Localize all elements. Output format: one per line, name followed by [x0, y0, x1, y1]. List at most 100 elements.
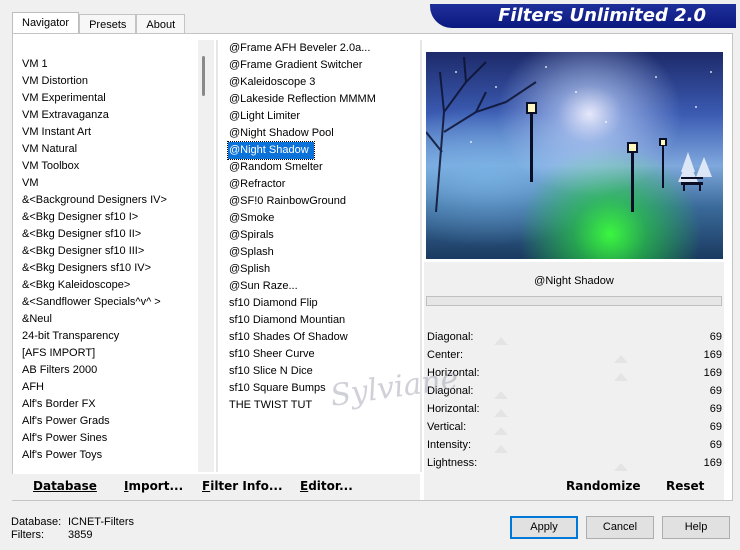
filter-item[interactable]: @Lakeside Reflection MMMM [226, 91, 418, 108]
filter-item[interactable]: @Spirals [226, 227, 418, 244]
param-row[interactable]: Horizontal: 169 [424, 364, 724, 382]
category-item[interactable]: &<Bkg Designer sf10 II> [18, 226, 198, 243]
import-button[interactable]: Import... [124, 479, 183, 493]
tab-strip: Navigator Presets About [12, 12, 186, 34]
database-value: ICNET-Filters [68, 516, 134, 528]
category-item[interactable]: Alf's Power Toys [18, 447, 198, 464]
category-item[interactable]: &<Bkg Kaleidoscope> [18, 277, 198, 294]
status-info: Database: ICNET-Filters Filters: 3859 [11, 516, 134, 542]
tab-navigator[interactable]: Navigator [12, 12, 80, 34]
reset-button[interactable]: Reset [666, 479, 704, 493]
filter-item[interactable]: sf10 Shades Of Shadow [226, 329, 418, 346]
filter-item[interactable]: @Splash [226, 244, 418, 261]
category-item[interactable]: &Neul [18, 311, 198, 328]
filter-item[interactable]: sf10 Diamond Mountian [226, 312, 418, 329]
category-item[interactable]: Alf's Power Sines [18, 430, 198, 447]
database-button[interactable]: Database [33, 479, 97, 493]
category-item[interactable]: VM Extravaganza [18, 107, 198, 124]
category-item[interactable]: VM Toolbox [18, 158, 198, 175]
category-scrollbar[interactable] [198, 40, 214, 472]
filter-item[interactable]: @Frame Gradient Switcher [226, 57, 418, 74]
filter-item[interactable]: @Sun Raze... [226, 278, 418, 295]
tab-about[interactable]: About [136, 14, 186, 34]
filter-item[interactable]: @Smoke [226, 210, 418, 227]
param-row[interactable]: Lightness: 169 [424, 454, 724, 472]
parameter-sliders: Diagonal: 69 Center: 169 Horizontal: 169 Diago… [424, 328, 724, 472]
category-item[interactable]: VM Experimental [18, 90, 198, 107]
param-row[interactable]: Diagonal: 69 [424, 382, 724, 400]
param-value: 69 [709, 439, 722, 451]
scrollbar-thumb[interactable] [202, 56, 205, 96]
slider-thumb[interactable] [614, 463, 628, 471]
slider-thumb[interactable] [494, 409, 508, 417]
param-label: Diagonal: [427, 331, 474, 343]
filter-item[interactable]: @Random Smelter [226, 159, 418, 176]
category-item[interactable]: VM [18, 175, 198, 192]
category-item[interactable]: Alf's Border FX [18, 396, 198, 413]
filter-settings-panel: @Night Shadow Diagonal: 69 Center: 169 Horiz… [424, 262, 724, 500]
param-label: Lightness: [427, 457, 478, 469]
help-button[interactable]: Help [662, 516, 730, 539]
param-value: 69 [709, 385, 722, 397]
slider-thumb[interactable] [494, 337, 508, 345]
selected-filter-name: @Night Shadow [534, 275, 614, 287]
filter-info-button[interactable]: Filter Info... [202, 479, 283, 493]
category-item[interactable]: &<Sandflower Specials^v^ > [18, 294, 198, 311]
filter-item[interactable]: @Refractor [226, 176, 418, 193]
filter-item[interactable]: @Frame AFH Beveler 2.0a... [226, 40, 418, 57]
winter-park-illustration [426, 56, 712, 213]
filter-list[interactable]: @Frame AFH Beveler 2.0a... @Frame Gradien… [226, 40, 418, 472]
category-item[interactable]: &<Bkg Designer sf10 I> [18, 209, 198, 226]
filter-item[interactable]: @SF!0 RainbowGround [226, 193, 418, 210]
param-row[interactable]: Horizontal: 69 [424, 400, 724, 418]
left-button-bar: Database Import... Filter Info... Editor… [12, 474, 420, 500]
param-value: 169 [703, 367, 722, 379]
category-item[interactable]: AB Filters 2000 [18, 362, 198, 379]
database-label: Database: [11, 516, 62, 528]
filter-item[interactable]: sf10 Sheer Curve [226, 346, 418, 363]
param-value: 69 [709, 331, 722, 343]
filter-item-selected[interactable]: @Night Shadow [227, 141, 315, 160]
app-title-banner: Filters Unlimited 2.0 [430, 4, 736, 28]
tab-presets[interactable]: Presets [79, 14, 137, 34]
filter-item[interactable]: @Splish [226, 261, 418, 278]
category-list[interactable]: VM 1 VM Distortion VM Experimental VM Extra… [18, 40, 198, 472]
param-value: 69 [709, 403, 722, 415]
cancel-button[interactable]: Cancel [586, 516, 654, 539]
category-item[interactable]: VM Natural [18, 141, 198, 158]
category-item[interactable]: VM Distortion [18, 73, 198, 90]
filter-item[interactable]: @Kaleidoscope 3 [226, 74, 418, 91]
list-divider [420, 40, 422, 472]
list-divider [216, 40, 218, 472]
param-row[interactable]: Intensity: 69 [424, 436, 724, 454]
slider-thumb[interactable] [494, 391, 508, 399]
category-item[interactable]: VM Instant Art [18, 124, 198, 141]
category-item[interactable]: [AFS IMPORT] [18, 345, 198, 362]
slider-thumb[interactable] [494, 427, 508, 435]
category-item[interactable]: &<Bkg Designers sf10 IV> [18, 260, 198, 277]
param-value: 169 [703, 457, 722, 469]
param-label: Center: [427, 349, 464, 361]
filter-item[interactable]: @Night Shadow Pool [226, 125, 418, 142]
param-row[interactable]: Diagonal: 69 [424, 328, 724, 346]
filters-label: Filters: [11, 529, 44, 541]
param-label: Vertical: [427, 421, 467, 433]
editor-button[interactable]: Editor... [300, 479, 353, 493]
category-item[interactable]: Alf's Power Grads [18, 413, 198, 430]
slider-thumb[interactable] [614, 355, 628, 363]
slider-thumb[interactable] [494, 445, 508, 453]
randomize-button[interactable]: Randomize [566, 479, 640, 493]
apply-button[interactable]: Apply [510, 516, 578, 539]
right-button-bar: Randomize Reset [424, 474, 724, 500]
param-row[interactable]: Vertical: 69 [424, 418, 724, 436]
category-item[interactable]: AFH [18, 379, 198, 396]
category-item[interactable]: &<Bkg Designer sf10 III> [18, 243, 198, 260]
filters-count: 3859 [68, 529, 93, 541]
param-row[interactable]: Center: 169 [424, 346, 724, 364]
filter-item[interactable]: @Light Limiter [226, 108, 418, 125]
category-item[interactable]: &<Background Designers IV> [18, 192, 198, 209]
filter-item[interactable]: sf10 Diamond Flip [226, 295, 418, 312]
category-item[interactable]: 24-bit Transparency [18, 328, 198, 345]
category-item[interactable]: VM 1 [18, 56, 198, 73]
slider-thumb[interactable] [614, 373, 628, 381]
